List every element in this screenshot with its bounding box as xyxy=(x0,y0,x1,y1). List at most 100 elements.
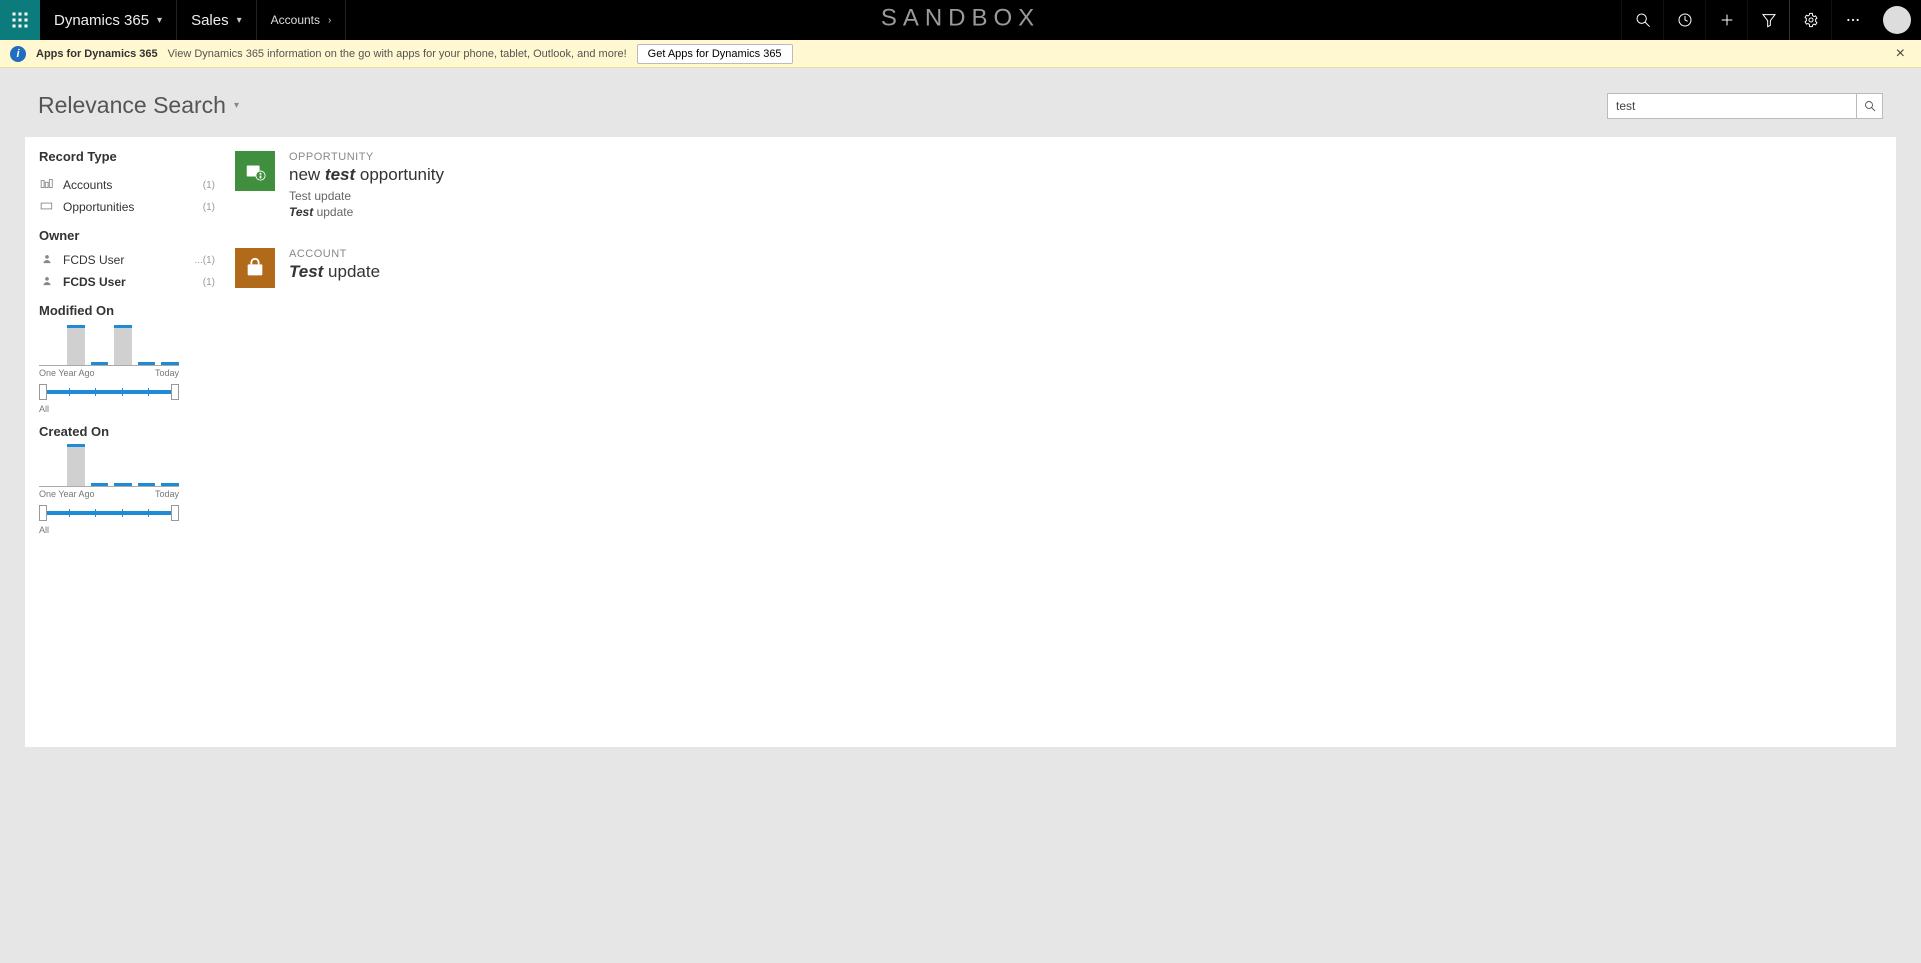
created-on-slider[interactable] xyxy=(39,505,179,523)
slider-handle-right[interactable] xyxy=(171,384,179,400)
slider-handle-left[interactable] xyxy=(39,505,47,521)
recent-items-button[interactable] xyxy=(1663,0,1705,40)
search-submit-button[interactable] xyxy=(1857,93,1883,119)
plus-icon xyxy=(1719,12,1735,28)
breadcrumb-label: Accounts xyxy=(271,13,320,27)
gear-icon xyxy=(1803,12,1819,28)
title-post: update xyxy=(323,262,380,281)
axis-left: One Year Ago xyxy=(39,368,95,378)
sandbox-watermark: SANDBOX xyxy=(881,5,1040,33)
title-pre: new xyxy=(289,165,325,184)
modified-on-chart: One Year Ago Today All xyxy=(39,324,179,414)
brand-dropdown[interactable]: Dynamics 365 ▾ xyxy=(40,0,177,40)
facet-row-owner[interactable]: FCDS User ...(1) xyxy=(39,249,215,271)
content-panel: Record Type Accounts (1) Opportunities (… xyxy=(25,137,1896,747)
notif-close-button[interactable]: × xyxy=(1890,45,1911,63)
chart-tick xyxy=(91,362,109,365)
slider-ticks xyxy=(43,388,175,396)
chevron-down-icon: ▾ xyxy=(237,15,242,26)
slider-ticks xyxy=(43,509,175,517)
facet-count: ...(1) xyxy=(194,255,215,266)
title-post: opportunity xyxy=(355,165,444,184)
search-icon xyxy=(1864,100,1876,112)
result-snippet: Test update Test update xyxy=(289,189,444,220)
facet-label: FCDS User xyxy=(63,253,124,267)
slider-handle-left[interactable] xyxy=(39,384,47,400)
chart-tick xyxy=(161,483,179,486)
opportunity-icon xyxy=(235,151,275,191)
search-box-wrap xyxy=(1607,93,1883,119)
search-heading[interactable]: Relevance Search ▾ xyxy=(38,92,239,119)
created-on-chart: One Year Ago Today All xyxy=(39,445,179,535)
result-item: OPPORTUNITY new test opportunity Test up… xyxy=(235,151,1886,220)
history-icon xyxy=(1677,12,1693,28)
chart-tick xyxy=(91,483,109,486)
search-icon xyxy=(1635,12,1651,28)
search-header: Relevance Search ▾ xyxy=(0,68,1921,137)
search-input[interactable] xyxy=(1607,93,1857,119)
modified-on-slider[interactable] xyxy=(39,384,179,402)
facet-sidebar: Record Type Accounts (1) Opportunities (… xyxy=(25,137,225,747)
top-nav-bar: Dynamics 365 ▾ Sales ▾ Accounts › SANDBO… xyxy=(0,0,1921,40)
snippet-post: update xyxy=(313,205,353,219)
area-dropdown[interactable]: Sales ▾ xyxy=(177,0,257,40)
chart-axis-labels: One Year Ago Today xyxy=(39,366,179,378)
chevron-right-icon: › xyxy=(328,15,331,26)
user-avatar[interactable] xyxy=(1883,6,1911,34)
snippet-line: Test update xyxy=(289,189,351,203)
chart-bar xyxy=(114,325,132,365)
chart-bar xyxy=(67,325,85,365)
get-apps-button[interactable]: Get Apps for Dynamics 365 xyxy=(637,44,793,64)
facet-modified-label: Modified On xyxy=(39,303,215,318)
topbar-right-icons xyxy=(1621,0,1921,40)
result-body: OPPORTUNITY new test opportunity Test up… xyxy=(289,151,444,220)
result-title[interactable]: new test opportunity xyxy=(289,165,444,185)
notif-title: Apps for Dynamics 365 xyxy=(36,48,158,60)
chart-axis-labels: One Year Ago Today xyxy=(39,487,179,499)
title-highlight: test xyxy=(325,165,355,184)
results-list: OPPORTUNITY new test opportunity Test up… xyxy=(225,137,1896,747)
facet-count: (1) xyxy=(203,202,215,213)
chart-tick xyxy=(114,483,132,486)
app-launcher-button[interactable] xyxy=(0,0,40,40)
facet-label: Accounts xyxy=(63,178,112,192)
facet-count: (1) xyxy=(203,180,215,191)
result-title[interactable]: Test update xyxy=(289,262,380,282)
chart-tick xyxy=(138,483,156,486)
axis-left: One Year Ago xyxy=(39,489,95,499)
chart-bar xyxy=(67,444,85,486)
slider-handle-right[interactable] xyxy=(171,505,179,521)
result-item: ACCOUNT Test update xyxy=(235,248,1886,288)
created-on-bars xyxy=(39,445,179,487)
filter-icon xyxy=(1761,12,1777,28)
title-highlight: Test xyxy=(289,262,323,281)
notification-bar: i Apps for Dynamics 365 View Dynamics 36… xyxy=(0,40,1921,68)
chart-tick xyxy=(138,362,156,365)
facet-record-type-label: Record Type xyxy=(39,149,215,164)
facet-count: (1) xyxy=(203,277,215,288)
advanced-find-button[interactable] xyxy=(1747,0,1789,40)
brand-label: Dynamics 365 xyxy=(54,12,149,29)
facet-row-owner[interactable]: FCDS User (1) xyxy=(39,271,215,293)
settings-button[interactable] xyxy=(1789,0,1831,40)
facet-row-opportunities[interactable]: Opportunities (1) xyxy=(39,196,215,218)
global-search-button[interactable] xyxy=(1621,0,1663,40)
result-type-label: OPPORTUNITY xyxy=(289,151,444,163)
axis-right: Today xyxy=(155,489,179,499)
more-button[interactable] xyxy=(1831,0,1873,40)
new-record-button[interactable] xyxy=(1705,0,1747,40)
modified-on-bars xyxy=(39,324,179,366)
slider-label: All xyxy=(39,404,179,414)
chevron-down-icon: ▾ xyxy=(234,100,239,111)
chart-tick xyxy=(161,362,179,365)
area-label: Sales xyxy=(191,12,229,29)
result-type-label: ACCOUNT xyxy=(289,248,380,260)
breadcrumb[interactable]: Accounts › xyxy=(257,0,347,40)
facet-label: FCDS User xyxy=(63,275,126,289)
info-icon: i xyxy=(10,46,26,62)
search-heading-label: Relevance Search xyxy=(38,92,226,119)
user-icon xyxy=(39,275,55,289)
account-icon xyxy=(235,248,275,288)
facet-row-accounts[interactable]: Accounts (1) xyxy=(39,174,215,196)
slider-label: All xyxy=(39,525,179,535)
